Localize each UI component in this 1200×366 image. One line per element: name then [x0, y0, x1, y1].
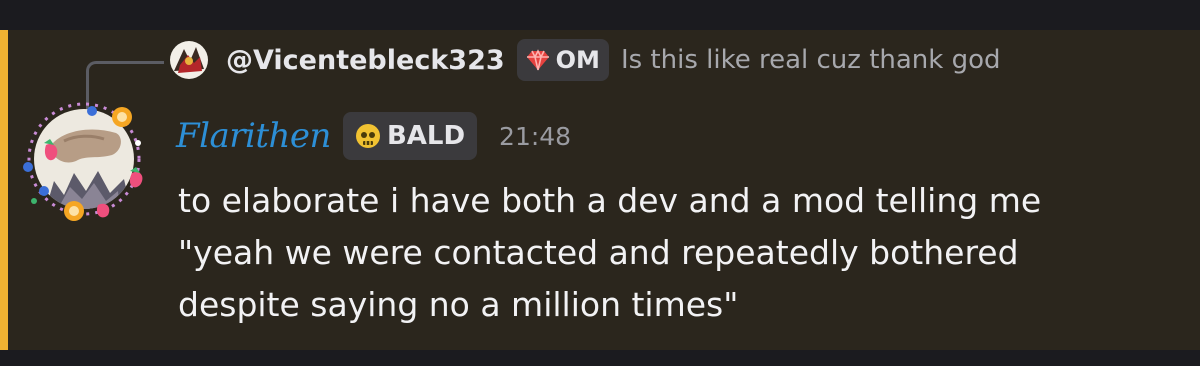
gem-icon [526, 49, 549, 71]
author-user-tag: BALD [342, 112, 478, 160]
reply-user-tag: OM [516, 39, 609, 81]
message-line: "yeah we were contacted and repeatedly b… [178, 233, 1019, 272]
author-tag-label: BALD [386, 121, 466, 151]
message-timestamp[interactable]: 21:48 [499, 122, 571, 151]
mention-highlight-bar [0, 30, 8, 350]
reply-preview-text[interactable]: Is this like real cuz thank god [621, 45, 1001, 75]
message-content: to elaborate i have both a dev and a mod… [178, 175, 1188, 331]
reply-username[interactable]: @Vicentebleck323 [226, 45, 505, 76]
reply-reference[interactable]: @Vicentebleck323 OM Is this like real cu… [170, 38, 1001, 82]
chat-message: @Vicentebleck323 OM Is this like real cu… [0, 30, 1200, 350]
message-line: despite saying no a million times" [178, 285, 739, 324]
message-header: Flarithen BALD 21:48 [176, 110, 571, 162]
skull-icon [355, 124, 380, 148]
reply-tag-label: OM [555, 46, 600, 74]
reply-avatar[interactable] [170, 41, 208, 79]
message-line: to elaborate i have both a dev and a mod… [178, 181, 1042, 220]
author-name[interactable]: Flarithen [176, 116, 331, 156]
author-avatar[interactable] [20, 95, 148, 223]
